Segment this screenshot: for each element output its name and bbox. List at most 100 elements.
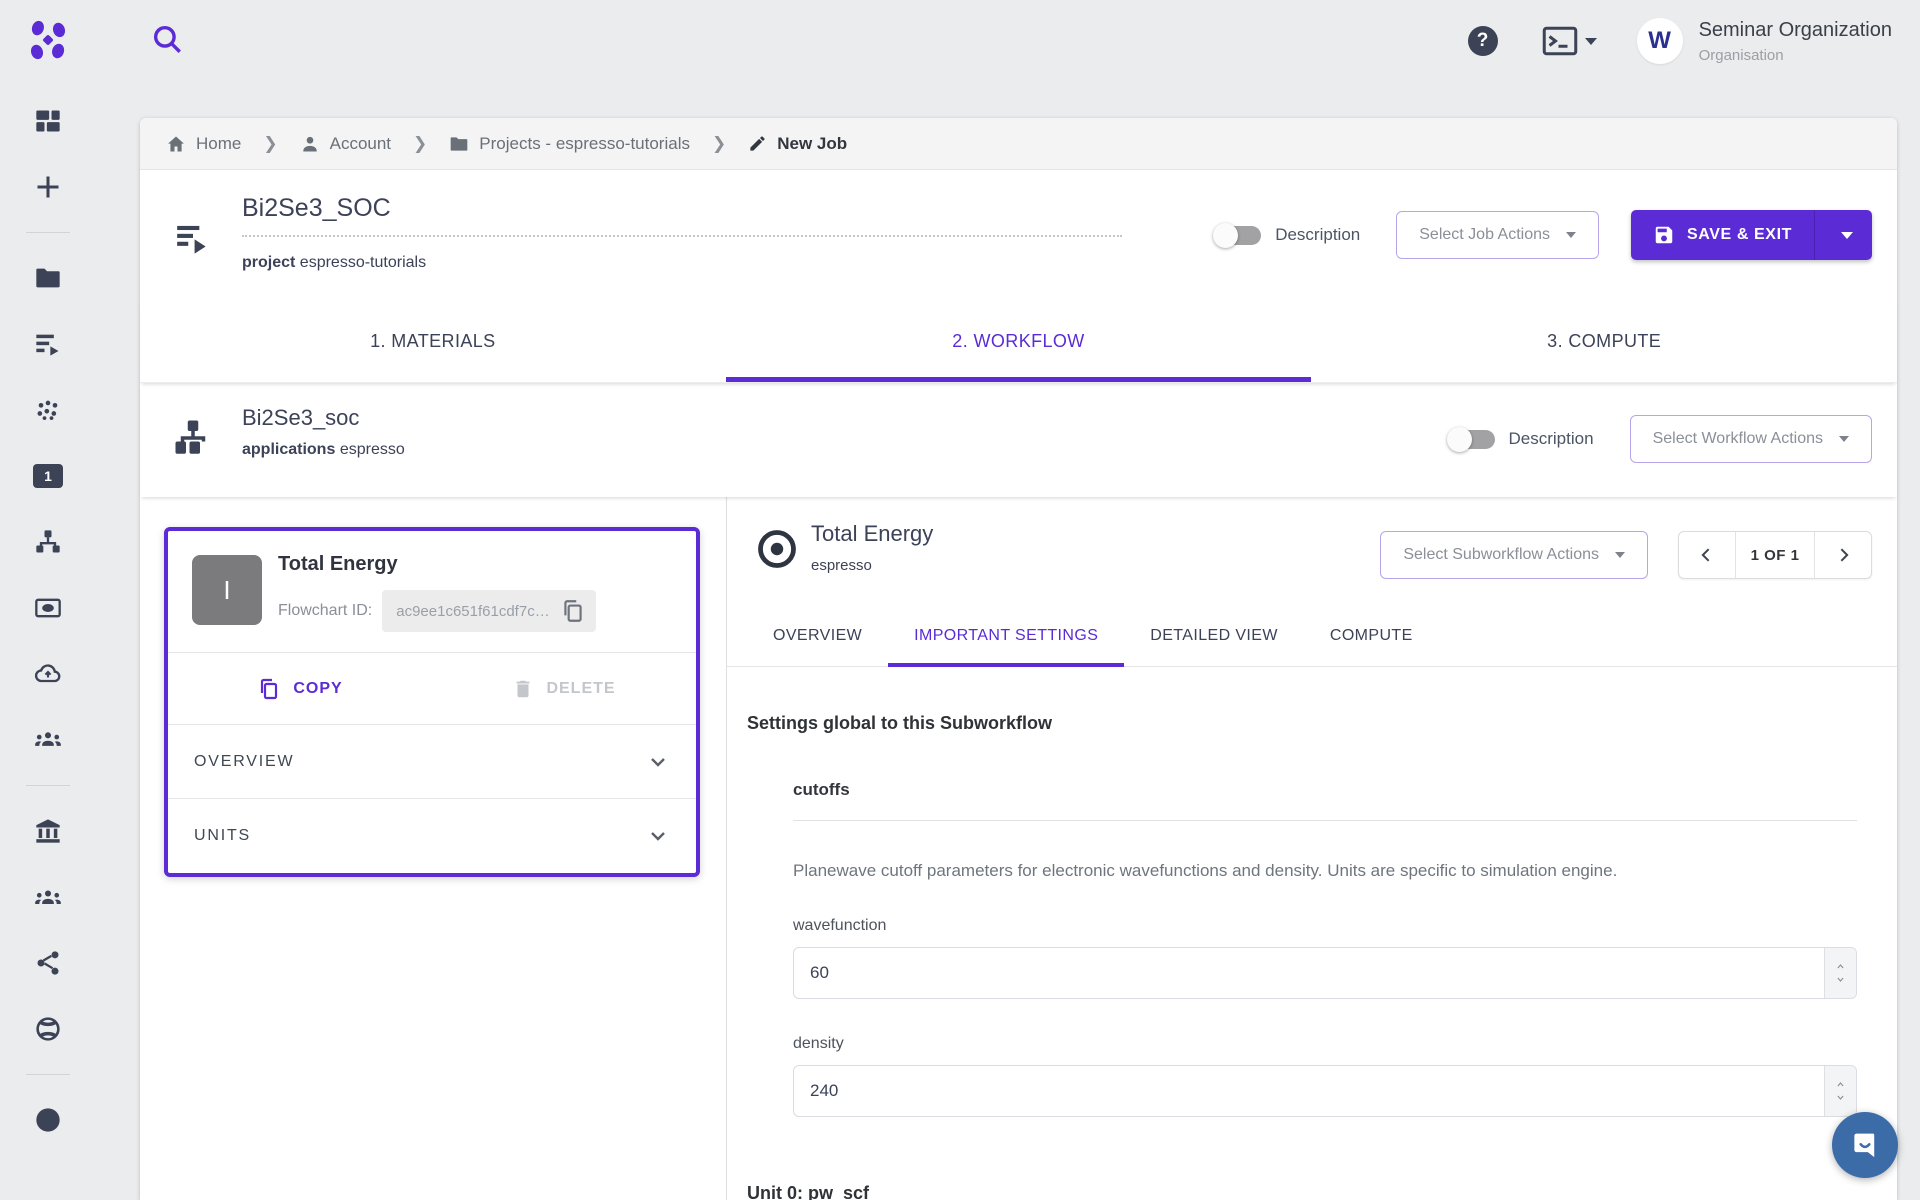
density-stepper[interactable] xyxy=(1824,1066,1856,1116)
copy-icon xyxy=(257,677,281,701)
breadcrumb-separator: ❯ xyxy=(712,134,726,154)
unit-card-total-energy[interactable]: I Total Energy Flowchart ID: ac9ee1c651f… xyxy=(164,527,700,877)
chat-support-button[interactable] xyxy=(1832,1112,1898,1178)
breadcrumb-project[interactable]: Projects - espresso-tutorials xyxy=(449,134,690,154)
job-description-toggle[interactable] xyxy=(1213,223,1261,247)
copy-unit-button[interactable]: COPY xyxy=(168,653,432,724)
job-project: project espresso-tutorials xyxy=(242,254,426,272)
sidebar: 1 xyxy=(0,88,96,1200)
job-description-label: Description xyxy=(1275,225,1360,245)
pager-next-button[interactable] xyxy=(1815,532,1871,578)
pencil-icon xyxy=(748,134,767,153)
org-info[interactable]: Seminar Organization Organisation xyxy=(1699,19,1892,64)
stepper-down-icon[interactable] xyxy=(1834,975,1847,984)
projects-folder-icon[interactable] xyxy=(34,264,62,292)
team-group-icon[interactable] xyxy=(34,726,62,754)
copy-icon[interactable] xyxy=(560,598,586,624)
folder-icon xyxy=(449,134,469,154)
trash-icon xyxy=(512,678,534,700)
wavefunction-label: wavefunction xyxy=(793,917,1857,935)
chevron-down-icon xyxy=(1566,232,1576,238)
sidebar-divider xyxy=(26,232,70,233)
avatar[interactable]: W xyxy=(1637,18,1683,64)
flowchart-id-value: ac9ee1c651f61cdf7c… xyxy=(396,603,549,620)
cloud-upload-icon[interactable] xyxy=(34,660,62,688)
subworkflow-title: Total Energy xyxy=(811,521,933,547)
workflow-actions-dropdown[interactable]: Select Workflow Actions xyxy=(1630,415,1872,463)
job-header: Bi2Se3_SOC project espresso-tutorials De… xyxy=(140,170,1897,300)
globe-partial-icon[interactable] xyxy=(34,1106,62,1134)
tab-workflow[interactable]: 2. WORKFLOW xyxy=(726,300,1312,382)
help-icon[interactable]: ? xyxy=(1468,26,1498,56)
wavefunction-input[interactable] xyxy=(793,947,1857,999)
terminal-icon xyxy=(1542,26,1578,56)
subworkflow-pager: 1 OF 1 xyxy=(1678,531,1872,579)
accordion-overview[interactable]: OVERVIEW xyxy=(168,725,696,799)
job-title-field[interactable]: Bi2Se3_SOC xyxy=(242,194,1122,237)
cutoffs-description: Planewave cutoff parameters for electron… xyxy=(793,861,1857,881)
materials-cluster-icon[interactable] xyxy=(34,396,62,424)
chevron-down-icon xyxy=(646,824,670,848)
share-icon[interactable] xyxy=(34,949,62,977)
tab-important-settings[interactable]: IMPORTANT SETTINGS xyxy=(888,605,1124,666)
wavefunction-stepper[interactable] xyxy=(1824,948,1856,998)
main-content-card: Home ❯ Account ❯ Projects - espresso-tut… xyxy=(140,118,1897,1200)
search-icon[interactable] xyxy=(150,22,186,58)
tab-compute[interactable]: COMPUTE xyxy=(1304,605,1439,666)
dashboard-icon[interactable] xyxy=(34,107,62,135)
chevron-left-icon xyxy=(1697,545,1717,565)
tab-overview[interactable]: OVERVIEW xyxy=(747,605,888,666)
chevron-down-icon xyxy=(646,750,670,774)
chat-bubble-icon xyxy=(1848,1128,1882,1162)
institution-icon[interactable] xyxy=(34,817,62,845)
pager-prev-button[interactable] xyxy=(1679,532,1735,578)
density-input[interactable] xyxy=(793,1065,1857,1117)
subworkflow-tabs: OVERVIEW IMPORTANT SETTINGS DETAILED VIE… xyxy=(727,605,1897,667)
organization-group-icon[interactable] xyxy=(34,883,62,911)
stepper-up-icon[interactable] xyxy=(1834,1080,1847,1089)
tab-materials[interactable]: 1. MATERIALS xyxy=(140,300,726,382)
save-exit-button[interactable]: SAVE & EXIT xyxy=(1631,210,1814,260)
job-title: Bi2Se3_SOC xyxy=(242,194,391,222)
console-menu-button[interactable] xyxy=(1542,26,1597,56)
unit-count-badge[interactable]: 1 xyxy=(33,464,63,488)
breadcrumb-account[interactable]: Account xyxy=(300,134,391,154)
save-icon xyxy=(1653,224,1675,246)
subworkflow-actions-dropdown[interactable]: Select Subworkflow Actions xyxy=(1380,531,1648,579)
home-icon xyxy=(166,134,186,154)
subworkflow-subtitle: espresso xyxy=(811,557,872,574)
mat3ra-logo-icon[interactable] xyxy=(26,18,70,62)
subworkflow-panel: Total Energy espresso Select Subworkflow… xyxy=(727,497,1897,1200)
breadcrumb-home[interactable]: Home xyxy=(166,134,241,154)
unit-initial-badge: I xyxy=(192,555,262,625)
breadcrumb: Home ❯ Account ❯ Projects - espresso-tut… xyxy=(140,118,1897,170)
chevron-down-icon xyxy=(1839,436,1849,442)
save-options-button[interactable] xyxy=(1814,210,1872,260)
sidebar-divider xyxy=(26,1074,70,1075)
globe-icon[interactable] xyxy=(34,1015,62,1043)
jobs-list-icon[interactable] xyxy=(34,330,62,358)
unit-title: Total Energy xyxy=(278,553,672,576)
delete-unit-button[interactable]: DELETE xyxy=(432,653,696,724)
job-actions-dropdown[interactable]: Select Job Actions xyxy=(1396,211,1599,259)
workflows-sitemap-icon[interactable] xyxy=(34,528,62,556)
unit-0-heading: Unit 0: pw_scf xyxy=(747,1183,1857,1200)
flowchart-panel: I Total Energy Flowchart ID: ac9ee1c651f… xyxy=(140,497,727,1200)
stepper-up-icon[interactable] xyxy=(1834,962,1847,971)
workflow-sitemap-icon xyxy=(172,417,214,459)
accordion-units[interactable]: UNITS xyxy=(168,799,696,873)
add-icon[interactable] xyxy=(34,173,62,201)
bank-image-icon[interactable] xyxy=(34,594,62,622)
workflow-description-toggle[interactable] xyxy=(1447,427,1495,451)
chevron-down-icon xyxy=(1585,38,1597,45)
unit-card-header: I Total Energy Flowchart ID: ac9ee1c651f… xyxy=(168,531,696,653)
bullseye-icon xyxy=(755,527,799,571)
tab-detailed-view[interactable]: DETAILED VIEW xyxy=(1124,605,1304,666)
tab-compute[interactable]: 3. COMPUTE xyxy=(1311,300,1897,382)
stepper-down-icon[interactable] xyxy=(1834,1093,1847,1102)
density-label: density xyxy=(793,1035,1857,1053)
cutoffs-label: cutoffs xyxy=(793,780,1857,821)
job-list-icon xyxy=(174,218,212,256)
flowchart-id-chip[interactable]: ac9ee1c651f61cdf7c… xyxy=(382,590,595,632)
breadcrumb-new-job[interactable]: New Job xyxy=(748,134,847,154)
